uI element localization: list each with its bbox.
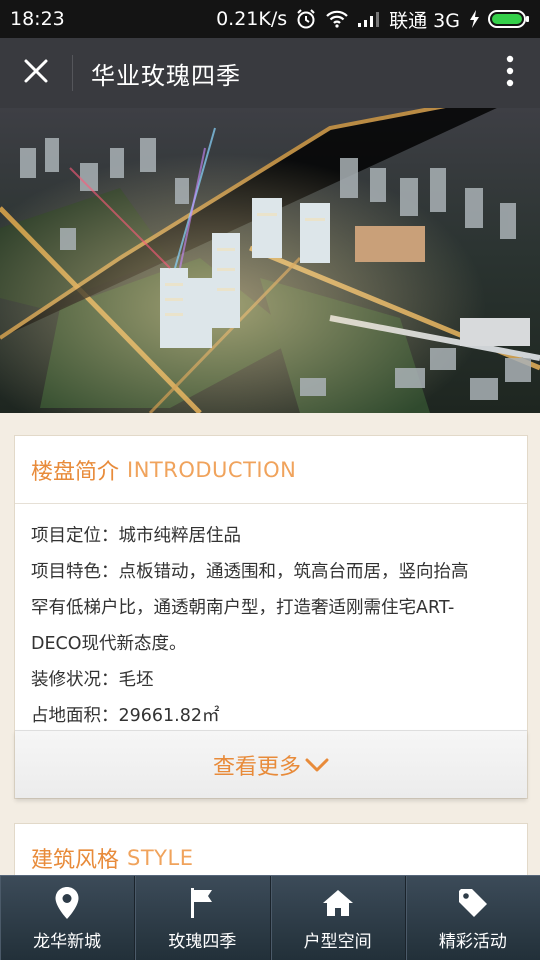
hero-image: [0, 108, 540, 413]
intro-line: 项目特色：点板错动，通透围和，筑高台而居，竖向抬高: [31, 562, 469, 582]
page-title: 华业玫瑰四季: [91, 61, 241, 90]
nav-label: 户型空间: [303, 931, 372, 952]
style-title-en: STYLE: [127, 845, 194, 870]
close-icon: [23, 58, 49, 88]
nav-item-events[interactable]: 精彩活动: [406, 876, 540, 960]
intro-title-cn: 楼盘简介: [31, 459, 120, 485]
intro-line: 占地面积：29661.82㎡: [31, 706, 220, 726]
nav-label: 玫瑰四季: [168, 931, 237, 952]
chevron-down-icon: [305, 757, 329, 773]
flag-icon: [189, 885, 215, 921]
alarm-icon: [295, 8, 317, 30]
charging-icon: [468, 9, 480, 29]
style-title-cn: 建筑风格: [31, 847, 120, 873]
content-scroll-area[interactable]: 楼盘简介 INTRODUCTION 项目定位：城市纯粹居住品 项目特色：点板错动…: [0, 413, 540, 875]
view-more-button[interactable]: 查看更多: [15, 730, 527, 798]
intro-card-header: 楼盘简介 INTRODUCTION: [15, 436, 527, 504]
home-icon: [322, 885, 354, 921]
tag-icon: [457, 885, 489, 921]
intro-card: 楼盘简介 INTRODUCTION 项目定位：城市纯粹居住品 项目特色：点板错动…: [14, 435, 528, 799]
intro-title-en: INTRODUCTION: [127, 457, 297, 482]
style-card-header: 建筑风格 STYLE: [15, 824, 527, 875]
nav-label: 龙华新城: [33, 931, 102, 952]
more-options-button[interactable]: [480, 38, 540, 108]
status-time: 18:23: [10, 8, 65, 30]
bottom-nav: 龙华新城 玫瑰四季 户型空间 精彩活动: [0, 875, 540, 960]
wifi-icon: [325, 9, 349, 29]
more-vertical-icon: [506, 55, 514, 91]
nav-item-longhua[interactable]: 龙华新城: [0, 876, 136, 960]
status-bar: 18:23 0.21K/s 联通 3G: [0, 0, 540, 38]
signal-icon: [357, 10, 381, 28]
location-pin-icon: [54, 885, 80, 921]
close-button[interactable]: [0, 38, 72, 108]
style-card: 建筑风格 STYLE: [14, 823, 528, 875]
net-speed: 0.21K/s: [216, 8, 288, 30]
intro-line: DECO现代新态度。: [31, 634, 187, 654]
battery-icon: [488, 9, 530, 29]
carrier: 联通 3G: [389, 9, 460, 32]
view-more-label: 查看更多: [212, 754, 301, 780]
nav-item-rose-seasons[interactable]: 玫瑰四季: [135, 876, 271, 960]
intro-line: 项目定位：城市纯粹居住品: [31, 526, 241, 546]
title-bar: 华业玫瑰四季: [0, 38, 540, 108]
intro-card-body: 项目定位：城市纯粹居住品 项目特色：点板错动，通透围和，筑高台而居，竖向抬高 罕…: [15, 504, 527, 730]
intro-line: 装修状况：毛坯: [31, 670, 154, 690]
status-right: 0.21K/s 联通 3G: [216, 6, 530, 33]
nav-label: 精彩活动: [438, 931, 507, 952]
title-divider: [72, 55, 73, 91]
intro-line: 罕有低梯户比，通透朝南户型，打造奢适刚需住宅ART-: [31, 598, 455, 618]
nav-item-floor-plans[interactable]: 户型空间: [271, 876, 406, 960]
